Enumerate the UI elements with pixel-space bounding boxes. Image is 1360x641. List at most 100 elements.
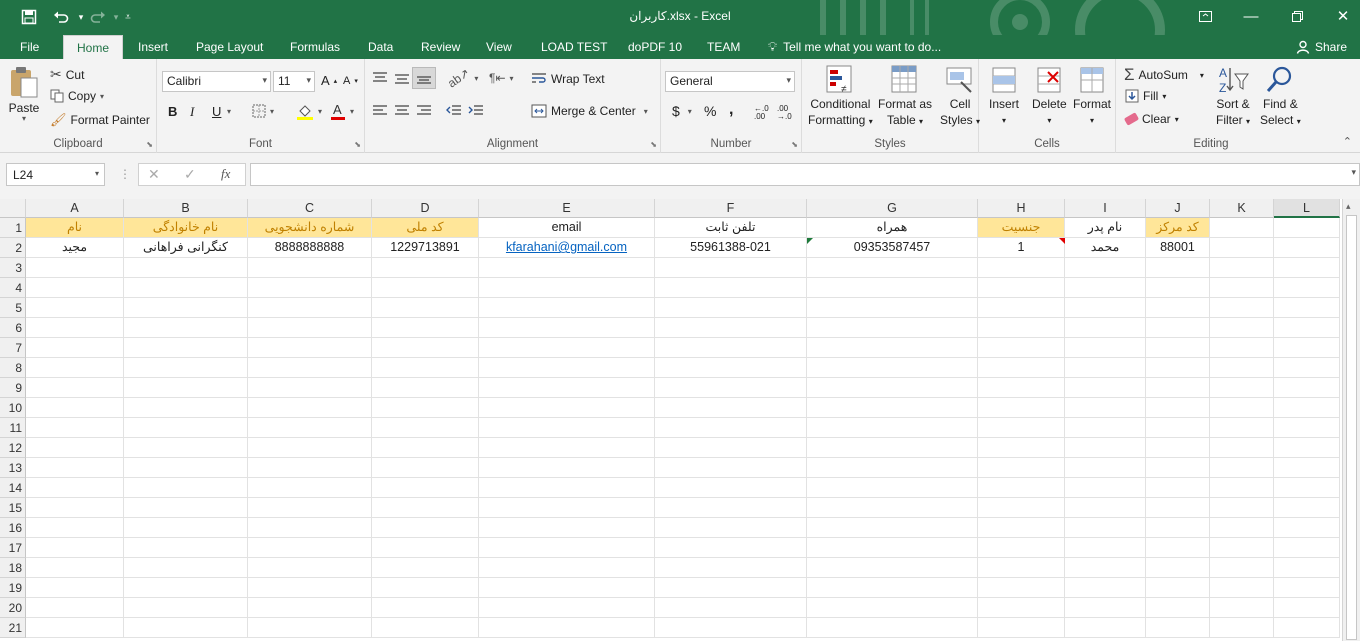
table-cell[interactable]: [1210, 458, 1274, 478]
tab-dopdf[interactable]: doPDF 10: [620, 35, 690, 59]
ribbon-display-icon[interactable]: [1182, 0, 1228, 32]
table-cell[interactable]: [248, 258, 372, 278]
currency-button[interactable]: $ ▾: [672, 103, 692, 119]
table-cell[interactable]: [978, 338, 1065, 358]
table-cell[interactable]: [1065, 418, 1146, 438]
table-cell[interactable]: [1274, 378, 1340, 398]
row-header[interactable]: 5: [0, 298, 26, 318]
table-cell[interactable]: [372, 518, 479, 538]
table-cell[interactable]: [1065, 278, 1146, 298]
row-header[interactable]: 8: [0, 358, 26, 378]
table-cell[interactable]: [372, 478, 479, 498]
table-cell[interactable]: [26, 258, 124, 278]
data-cell-student-id[interactable]: 8888888888: [248, 238, 372, 258]
table-cell[interactable]: [479, 578, 655, 598]
table-cell[interactable]: [807, 518, 978, 538]
dialog-launcher-icon[interactable]: ⬊: [354, 140, 361, 149]
table-cell[interactable]: [978, 378, 1065, 398]
row-header[interactable]: 18: [0, 558, 26, 578]
table-cell[interactable]: [1210, 598, 1274, 618]
table-cell[interactable]: [978, 518, 1065, 538]
row-header[interactable]: 21: [0, 618, 26, 638]
minimize-icon[interactable]: —: [1228, 0, 1274, 32]
data-cell-email[interactable]: kfarahani@gmail.com: [479, 238, 655, 258]
table-cell[interactable]: [248, 598, 372, 618]
column-header-e[interactable]: E: [479, 199, 655, 218]
table-cell[interactable]: [807, 538, 978, 558]
decrease-font-size-icon[interactable]: A ▾: [343, 75, 358, 87]
table-cell[interactable]: [1210, 358, 1274, 378]
table-cell[interactable]: [978, 618, 1065, 638]
row-header[interactable]: 9: [0, 378, 26, 398]
table-cell[interactable]: [372, 538, 479, 558]
table-cell[interactable]: [26, 578, 124, 598]
table-cell[interactable]: [655, 478, 807, 498]
table-cell[interactable]: [26, 298, 124, 318]
table-cell[interactable]: [655, 438, 807, 458]
table-cell[interactable]: [807, 558, 978, 578]
table-cell[interactable]: [479, 418, 655, 438]
font-color-icon[interactable]: A ▾: [330, 102, 354, 120]
table-cell[interactable]: [655, 258, 807, 278]
table-cell[interactable]: [1210, 558, 1274, 578]
table-cell[interactable]: [1274, 278, 1340, 298]
table-cell[interactable]: [248, 538, 372, 558]
italic-button[interactable]: I: [190, 104, 194, 120]
table-cell[interactable]: [124, 378, 248, 398]
align-center-icon[interactable]: [394, 104, 410, 118]
tab-team[interactable]: TEAM: [699, 35, 748, 59]
table-cell[interactable]: [1146, 418, 1210, 438]
table-cell[interactable]: [26, 338, 124, 358]
table-cell[interactable]: [655, 318, 807, 338]
scroll-thumb[interactable]: [1346, 215, 1357, 640]
table-cell[interactable]: [1274, 398, 1340, 418]
column-header-d[interactable]: D: [372, 199, 479, 218]
table-cell[interactable]: [1065, 618, 1146, 638]
table-cell[interactable]: [26, 438, 124, 458]
tab-view[interactable]: View: [478, 35, 520, 59]
table-cell[interactable]: [1146, 278, 1210, 298]
table-cell[interactable]: [655, 598, 807, 618]
table-cell[interactable]: [1065, 598, 1146, 618]
table-cell[interactable]: [1146, 478, 1210, 498]
table-cell[interactable]: [479, 338, 655, 358]
table-cell[interactable]: [1065, 338, 1146, 358]
table-cell[interactable]: [124, 618, 248, 638]
table-cell[interactable]: [479, 318, 655, 338]
table-cell[interactable]: [655, 298, 807, 318]
table-cell[interactable]: [978, 318, 1065, 338]
row-header[interactable]: 10: [0, 398, 26, 418]
table-cell[interactable]: [124, 258, 248, 278]
tell-me-box[interactable]: 💡︎ Tell me what you want to do...: [760, 35, 949, 59]
table-cell[interactable]: [372, 318, 479, 338]
table-cell[interactable]: [1146, 438, 1210, 458]
table-cell[interactable]: [1146, 578, 1210, 598]
underline-dropdown-icon[interactable]: ▾: [227, 107, 231, 116]
table-cell[interactable]: [978, 358, 1065, 378]
table-cell[interactable]: [26, 318, 124, 338]
align-left-icon[interactable]: [372, 104, 388, 118]
enter-icon[interactable]: ✓: [184, 166, 196, 183]
table-cell[interactable]: [1210, 258, 1274, 278]
table-cell[interactable]: [248, 478, 372, 498]
copy-button[interactable]: Copy ▾: [50, 89, 104, 103]
table-cell[interactable]: [248, 458, 372, 478]
table-cell[interactable]: [1146, 618, 1210, 638]
table-cell[interactable]: [124, 338, 248, 358]
row-header[interactable]: 6: [0, 318, 26, 338]
underline-button[interactable]: U: [212, 104, 221, 119]
row-header[interactable]: 13: [0, 458, 26, 478]
header-cell-last-name[interactable]: نام خانوادگی: [124, 218, 248, 238]
data-cell-last-name[interactable]: کنگرانی فراهانی: [124, 238, 248, 258]
table-cell[interactable]: [479, 518, 655, 538]
drag-handle-icon[interactable]: ⋮: [119, 167, 131, 181]
table-cell[interactable]: [1210, 238, 1274, 258]
orientation-icon[interactable]: ab↗ ▾: [445, 66, 478, 91]
data-cell-gender[interactable]: 1: [978, 238, 1065, 258]
table-cell[interactable]: [1274, 438, 1340, 458]
table-cell[interactable]: [655, 418, 807, 438]
row-header[interactable]: 20: [0, 598, 26, 618]
table-cell[interactable]: [1210, 578, 1274, 598]
data-cell-first-name[interactable]: مجید: [26, 238, 124, 258]
table-cell[interactable]: [1274, 218, 1340, 238]
